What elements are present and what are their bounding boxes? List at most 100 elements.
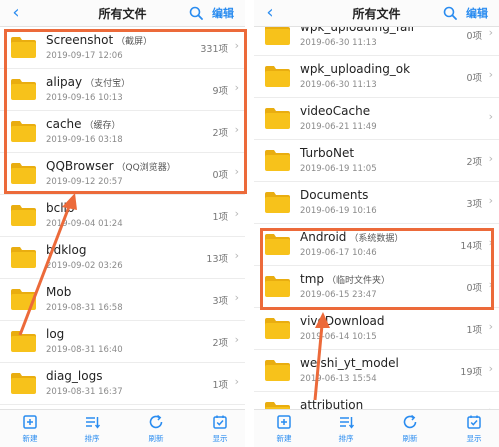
page-title: 所有文件 [98, 7, 147, 21]
folder-icon [11, 331, 36, 352]
file-name: tmp （临时文件夹） [300, 272, 390, 286]
toolbar-button-display[interactable]: 显示 [454, 413, 494, 447]
toolbar-label: 显示 [466, 434, 482, 443]
list-item[interactable]: cache （缓存） 2019-09-16 03:18 2项 › [0, 111, 245, 153]
file-name-text: wpk_uploading_fail [300, 27, 415, 34]
list-item[interactable]: tmp （临时文件夹） 2019-06-15 23:47 0项 › [254, 266, 499, 308]
file-date: 2019-08-31 16:40 [46, 345, 123, 355]
list-item[interactable]: Mob 2019-08-31 16:58 3项 › [0, 279, 245, 321]
chevron-right-icon: › [488, 278, 493, 291]
chevron-right-icon: › [234, 249, 239, 262]
item-count: 3项 [212, 296, 228, 307]
search-icon [189, 6, 203, 20]
file-date: 2019-09-02 03:26 [46, 261, 123, 271]
display-icon [467, 415, 481, 429]
file-date: 2019-06-21 11:49 [300, 122, 377, 132]
image-divider [245, 0, 254, 447]
item-count: 1项 [212, 212, 228, 223]
file-name-text: Documents [300, 188, 369, 202]
file-name-text: cache [46, 117, 82, 131]
list-item[interactable]: bdklog 2019-09-02 03:26 13项 › [0, 237, 245, 279]
folder-icon [11, 205, 36, 226]
file-date: 2019-09-04 01:24 [46, 219, 123, 229]
list-item[interactable]: QQBrowser （QQ浏览器） 2019-09-12 20:57 0项 › [0, 153, 245, 195]
file-date: 2019-06-13 15:54 [300, 374, 377, 384]
list-item[interactable]: vivoDownload 2019-06-14 10:15 1项 › [254, 308, 499, 350]
list-item[interactable]: Documents 2019-06-19 10:16 3项 › [254, 182, 499, 224]
toolbar-button-refresh[interactable]: 刷新 [390, 413, 430, 447]
search-button[interactable] [443, 5, 457, 20]
file-date: 2019-09-16 10:13 [46, 93, 123, 103]
list-item[interactable]: videoCache 2019-06-21 11:49 › [254, 98, 499, 140]
file-date: 2019-08-31 16:37 [46, 387, 123, 397]
search-button[interactable] [189, 5, 203, 20]
back-button[interactable]: ‹ [262, 4, 278, 22]
toolbar-button-display[interactable]: 显示 [200, 413, 240, 447]
item-count: 13项 [206, 254, 228, 265]
file-name: attribution [300, 398, 363, 409]
chevron-left-icon: ‹ [12, 2, 20, 23]
file-name-text: weishi_yt_model [300, 356, 399, 370]
file-name-text: Mob [46, 285, 72, 299]
folder-icon [11, 247, 36, 268]
back-button[interactable]: ‹ [8, 4, 24, 22]
file-name: QQBrowser （QQ浏览器） [46, 159, 176, 173]
folder-icon [265, 27, 290, 45]
file-name: weishi_yt_model [300, 356, 399, 370]
list-item[interactable]: diag_logs 2019-08-31 16:37 1项 › [0, 363, 245, 405]
list-item[interactable]: attribution› [254, 392, 499, 409]
folder-icon [11, 79, 36, 100]
list-item[interactable]: Android （系统数据） 2019-06-17 10:46 14项 › [254, 224, 499, 266]
file-date: 2019-09-12 20:57 [46, 177, 123, 187]
item-count: 14项 [460, 241, 482, 252]
list-item[interactable]: bclib 2019-09-04 01:24 1项 › [0, 195, 245, 237]
file-name-text: vivoDownload [300, 314, 385, 328]
chevron-right-icon: › [488, 27, 493, 39]
file-list: Screenshot （截屏） 2019-09-17 12:06 331项 › alipa… [0, 27, 245, 409]
toolbar-button-refresh[interactable]: 刷新 [136, 413, 176, 447]
item-count: 0项 [466, 73, 482, 84]
item-count: 19项 [460, 367, 482, 378]
bottom-toolbar: 新建 排序 刷新 显示 [0, 409, 245, 447]
list-item[interactable]: Screenshot （截屏） 2019-09-17 12:06 331项 › [0, 27, 245, 69]
item-count: 1项 [466, 325, 482, 336]
file-name: TurboNet [300, 146, 354, 160]
file-name: alipay （支付宝） [46, 75, 130, 89]
toolbar-label: 新建 [276, 434, 292, 443]
file-name-text: bclib [46, 201, 75, 215]
sort-icon [86, 417, 101, 429]
edit-button[interactable]: 编辑 [466, 5, 488, 21]
toolbar-label: 刷新 [402, 434, 418, 443]
file-note: （缓存） [84, 121, 121, 131]
item-count: 0项 [466, 283, 482, 294]
file-date: 2019-06-15 23:47 [300, 290, 377, 300]
file-name: videoCache [300, 104, 370, 118]
list-item[interactable]: log 2019-08-31 16:40 2项 › [0, 321, 245, 363]
edit-button[interactable]: 编辑 [212, 5, 234, 21]
folder-icon [11, 163, 36, 184]
list-item[interactable]: TurboNet 2019-06-19 11:05 2项 › [254, 140, 499, 182]
refresh-icon [403, 414, 417, 429]
file-name: bclib [46, 201, 75, 215]
file-date: 2019-09-17 12:06 [46, 51, 123, 61]
chevron-right-icon: › [234, 333, 239, 346]
item-count: 2项 [466, 157, 482, 168]
file-date: 2019-06-30 11:13 [300, 38, 377, 48]
file-name: bdklog [46, 243, 86, 257]
file-name-text: tmp [300, 272, 325, 286]
file-name-text: videoCache [300, 104, 371, 118]
toolbar-button-new-folder[interactable]: 新建 [264, 413, 304, 447]
top-bar: ‹ 所有文件 编辑 [0, 0, 245, 27]
folder-icon [265, 234, 290, 255]
toolbar-button-new-folder[interactable]: 新建 [10, 413, 50, 447]
list-item[interactable]: wpk_uploading_fail 2019-06-30 11:13 0项 › [254, 27, 499, 56]
list-item[interactable]: alipay （支付宝） 2019-09-16 10:13 9项 › [0, 69, 245, 111]
toolbar-button-sort[interactable]: 排序 [72, 413, 112, 447]
item-count: 3项 [466, 199, 482, 210]
folder-icon [11, 121, 36, 142]
folder-icon [265, 66, 290, 87]
file-note: （系统数据） [349, 234, 404, 244]
list-item[interactable]: wpk_uploading_ok 2019-06-30 11:13 0项 › [254, 56, 499, 98]
list-item[interactable]: weishi_yt_model 2019-06-13 15:54 19项 › [254, 350, 499, 392]
toolbar-button-sort[interactable]: 排序 [326, 413, 366, 447]
